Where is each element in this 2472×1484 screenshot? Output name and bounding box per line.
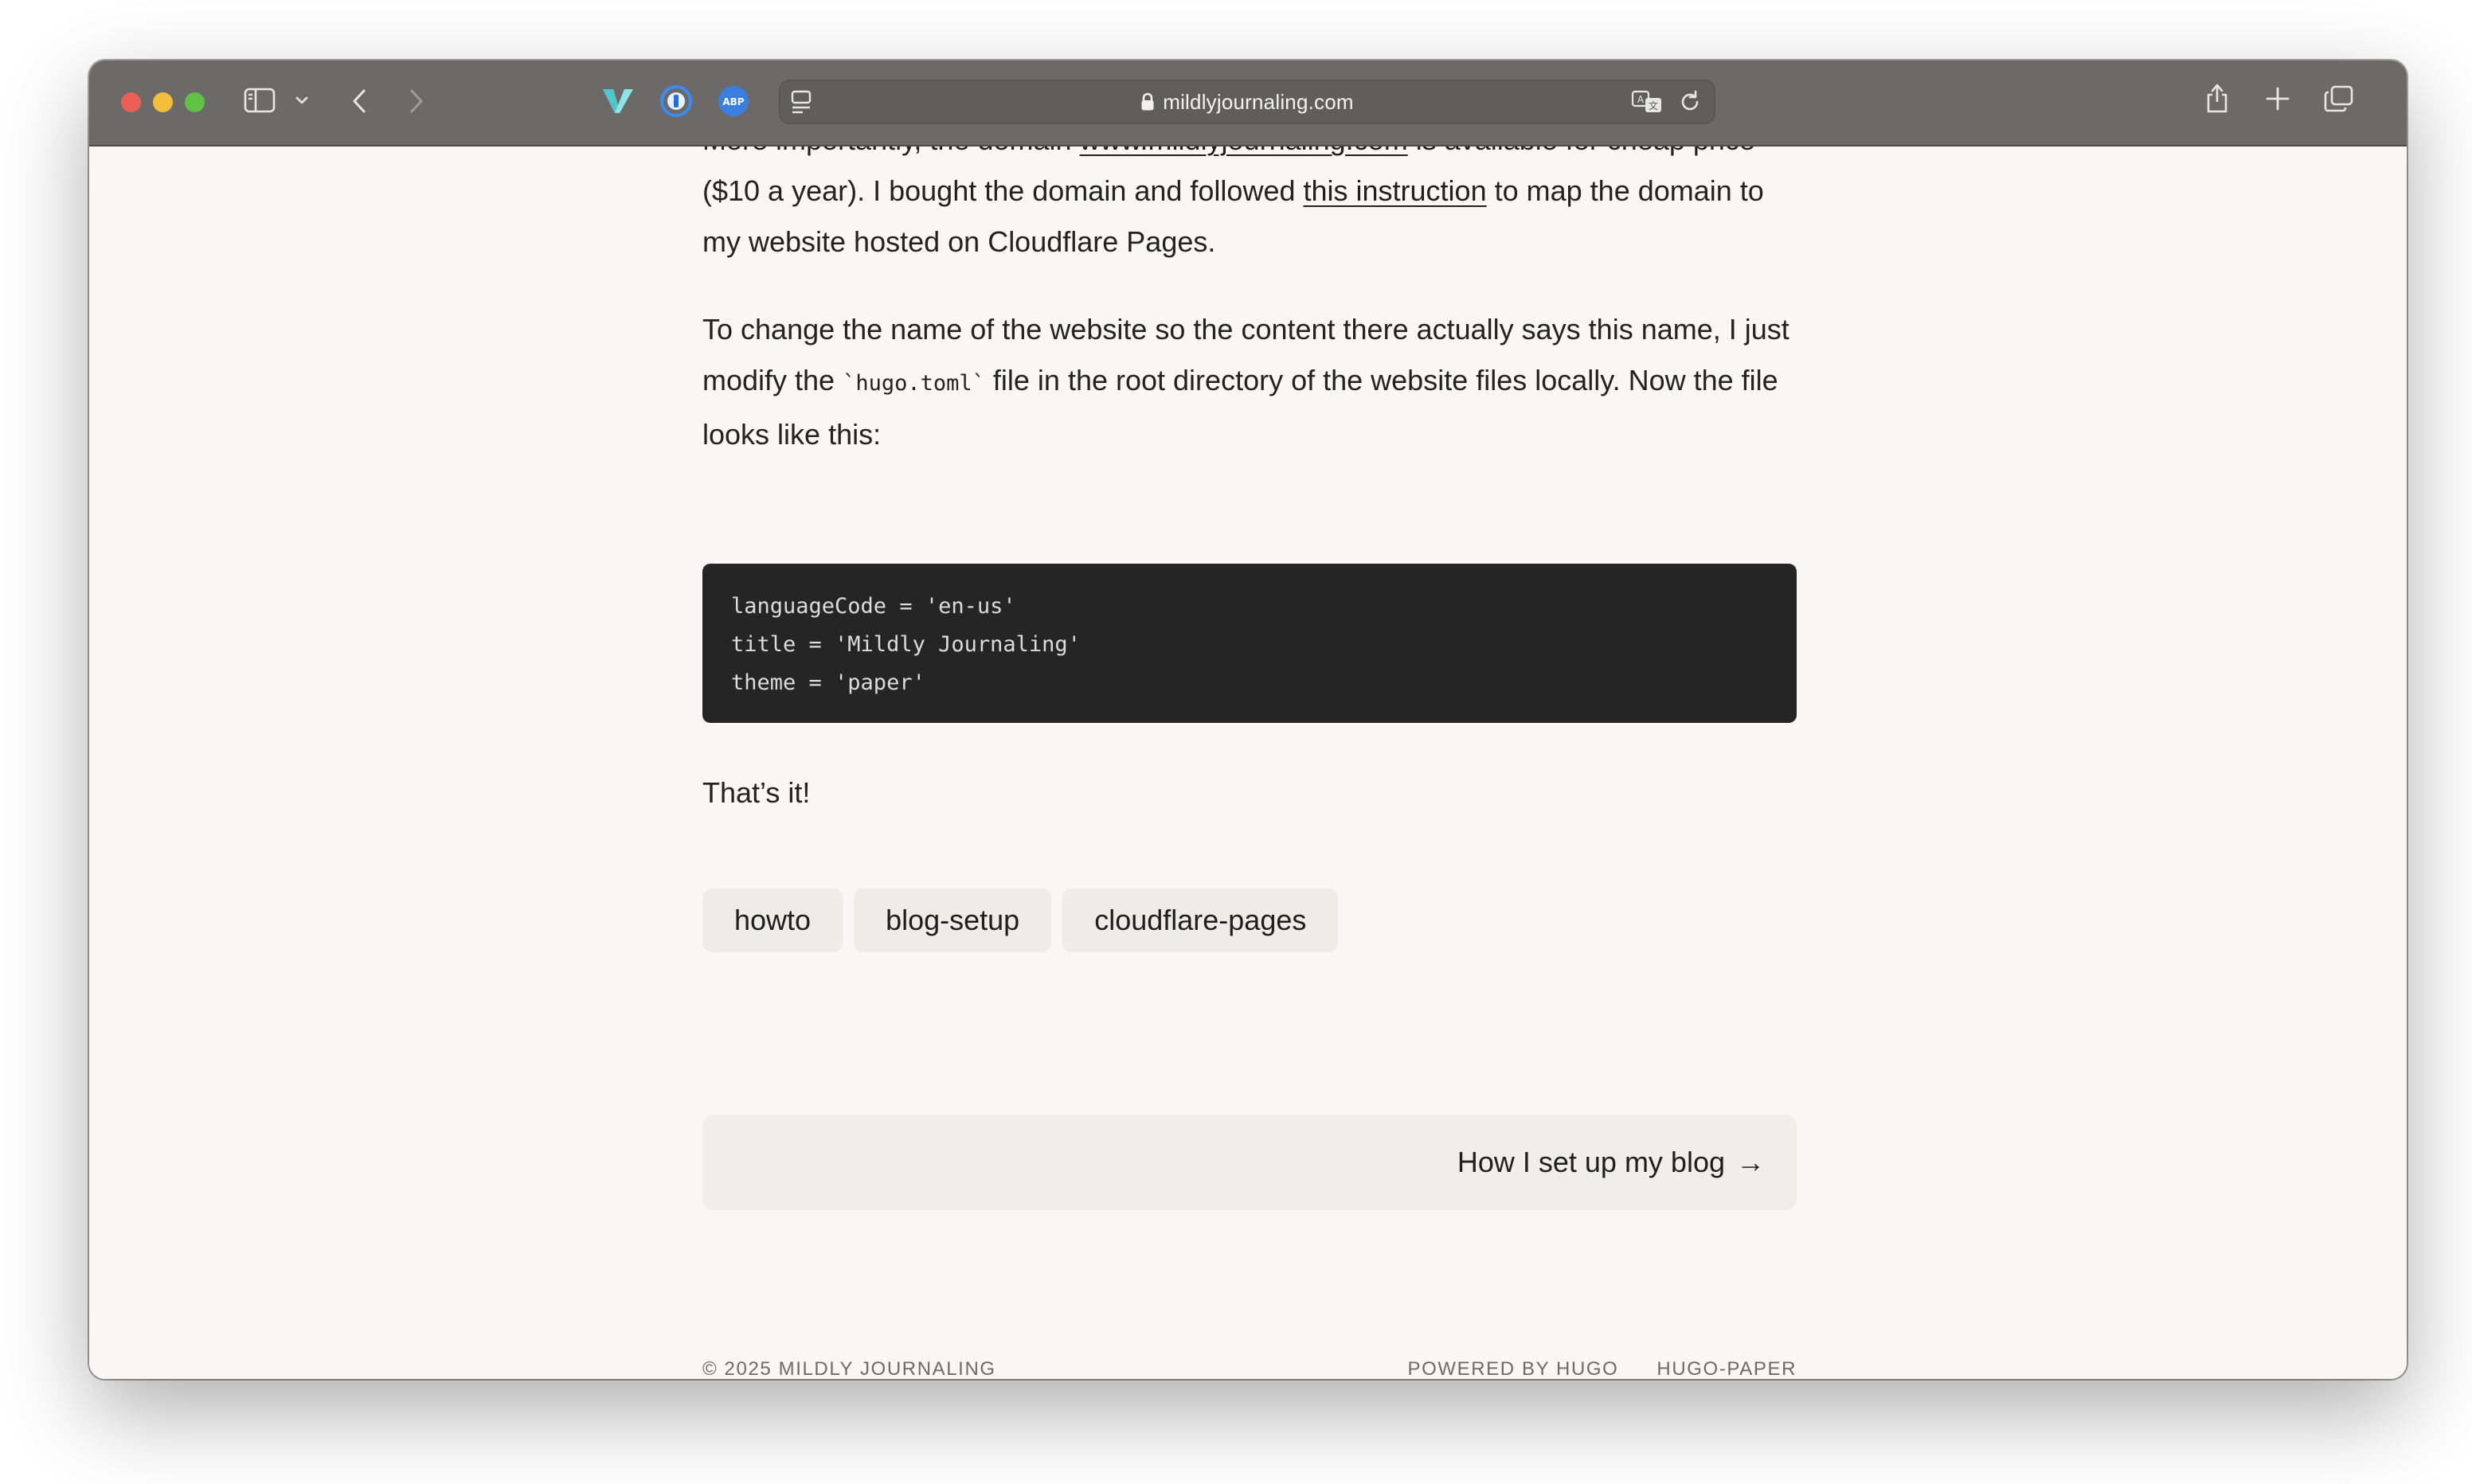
translate-icon[interactable]: A文 xyxy=(1631,89,1663,115)
address-bar[interactable]: mildlyjournaling.com A文 xyxy=(779,80,1715,124)
browser-window: ABP mildlyjournaling.com A文 ($10 a year)… xyxy=(89,61,2407,1379)
tab-overview-icon[interactable] xyxy=(2324,84,2354,113)
svg-text:文: 文 xyxy=(1649,100,1658,111)
arrow-right-icon: → xyxy=(1736,1146,1765,1178)
paragraph-hugo-config: To change the name of the website so the… xyxy=(702,304,1797,460)
new-tab-icon[interactable] xyxy=(2265,86,2290,111)
forward-icon[interactable] xyxy=(408,88,425,115)
next-post-link[interactable]: How I set up my blog → xyxy=(702,1115,1797,1210)
tag-howto[interactable]: howto xyxy=(702,888,843,952)
reload-icon[interactable] xyxy=(1677,89,1703,115)
svg-text:ABP: ABP xyxy=(722,96,744,107)
back-icon[interactable] xyxy=(350,88,368,115)
paragraph-text: ($10 a year). I bought the domain and fo… xyxy=(702,174,1304,207)
close-window-button[interactable] xyxy=(121,92,141,112)
article-body: More importantly, the domain www.mildlyj… xyxy=(702,146,1797,460)
share-icon[interactable] xyxy=(2204,81,2230,115)
browser-toolbar: ABP mildlyjournaling.com A文 xyxy=(89,61,2407,146)
paragraph-text: More importantly, the domain xyxy=(702,146,1080,156)
paragraph-text: That’s it! xyxy=(702,776,811,809)
tag-list: howto blog-setup cloudflare-pages xyxy=(702,888,1339,952)
svg-text:A: A xyxy=(1637,94,1645,105)
lock-icon xyxy=(1140,92,1155,111)
paragraph-text: is available for cheap price xyxy=(1408,146,1755,156)
sidebar-toggle-icon[interactable] xyxy=(244,88,276,113)
page-content: More importantly, the domain www.mildlyj… xyxy=(89,146,2407,1379)
code-line: theme = 'paper' xyxy=(731,670,925,695)
code-line: languageCode = 'en-us' xyxy=(731,594,1016,619)
code-line: title = 'Mildly Journaling' xyxy=(731,632,1081,657)
next-post-title: How I set up my blog xyxy=(1457,1146,1725,1178)
instruction-link[interactable]: this instruction xyxy=(1304,174,1487,207)
paragraph-domain: More importantly, the domain www.mildlyj… xyxy=(702,146,1797,268)
code-block: languageCode = 'en-us' title = 'Mildly Jo… xyxy=(702,564,1797,723)
footer: © 2025 MILDLY JOURNALING POWERED BY HUGO… xyxy=(702,1358,1797,1379)
tag-cloudflare-pages[interactable]: cloudflare-pages xyxy=(1062,888,1339,952)
footer-links: POWERED BY HUGO HUGO-PAPER xyxy=(1407,1358,1797,1379)
minimize-window-button[interactable] xyxy=(153,92,173,112)
copyright-text: © 2025 MILDLY JOURNALING xyxy=(702,1358,996,1379)
tag-blog-setup[interactable]: blog-setup xyxy=(854,888,1052,952)
adblock-plus-icon[interactable]: ABP xyxy=(717,84,750,118)
url-text: mildlyjournaling.com xyxy=(1163,89,1354,114)
closing-paragraph: That’s it! xyxy=(702,767,1797,818)
chevron-down-icon[interactable] xyxy=(295,96,309,105)
powered-by-hugo-link[interactable]: POWERED BY HUGO xyxy=(1407,1358,1618,1379)
hugo-paper-link[interactable]: HUGO-PAPER xyxy=(1656,1358,1797,1379)
zoom-window-button[interactable] xyxy=(185,92,205,112)
address-bar-url[interactable]: mildlyjournaling.com xyxy=(779,80,1715,124)
inline-code: `hugo.toml` xyxy=(843,371,985,396)
password-manager-icon[interactable] xyxy=(659,84,693,118)
domain-link[interactable]: www.mildlyjournaling.com xyxy=(1080,146,1408,156)
vimari-extension-icon[interactable] xyxy=(600,84,636,116)
